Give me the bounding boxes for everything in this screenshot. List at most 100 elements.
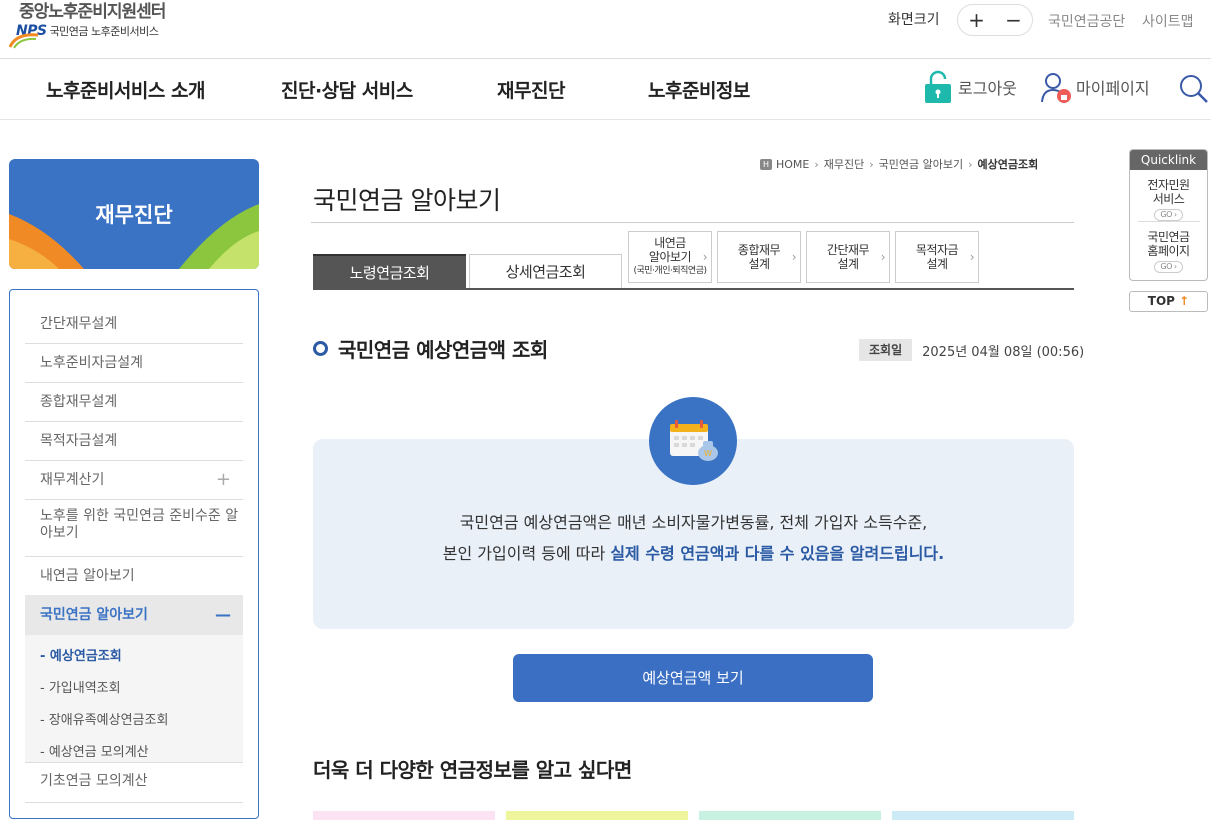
arrow-up-icon: ↑ xyxy=(1179,294,1190,308)
lock-icon xyxy=(925,70,951,103)
calendar-coin-icon: W xyxy=(649,397,737,485)
info-card-4[interactable] xyxy=(892,811,1074,820)
sidebar-sub-mock-calc[interactable]: - 예상연금 모의계산 xyxy=(40,741,149,760)
tab-old-age-pension[interactable]: 노령연금조회 xyxy=(313,254,466,288)
expand-plus-icon[interactable]: + xyxy=(216,460,231,500)
subtab-my-pension[interactable]: 내연금 알아보기 (국민·개인·퇴직연금) › xyxy=(628,231,712,283)
gnb-item-finance[interactable]: 재무진단 xyxy=(497,76,565,103)
svg-text:W: W xyxy=(704,449,712,458)
query-date: 조회일 2025년 04월 08일 (00:56) xyxy=(859,339,1084,361)
tab-detail-pension[interactable]: 상세연금조회 xyxy=(469,254,622,288)
sidebar-item-my-pension[interactable]: 내연금 알아보기 xyxy=(25,556,243,596)
info-text-line2: 본인 가입이력 등에 따라 실제 수령 연금액과 다를 수 있음을 알려드립니다… xyxy=(313,540,1074,564)
divider xyxy=(1138,221,1200,222)
user-lock-icon xyxy=(1041,73,1071,103)
fontsize-minus-button[interactable]: − xyxy=(1005,8,1022,32)
subtab-line2: 설계 xyxy=(926,257,948,271)
sidebar-sub-expected-pension[interactable]: - 예상연금조회 xyxy=(40,645,122,664)
sidebar-item-purpose-fund[interactable]: 목적자금설계 xyxy=(25,421,243,461)
page-title: 국민연금 알아보기 xyxy=(313,186,501,215)
sitemap-link[interactable]: 사이트맵 xyxy=(1142,11,1194,31)
sidebar-item-simple-plan[interactable]: 간단재무설계 xyxy=(25,304,243,344)
subtab-line1: 내연금 xyxy=(654,236,686,250)
query-date-label: 조회일 xyxy=(859,339,913,361)
bullet-circle-icon xyxy=(313,341,328,356)
subtab-simple[interactable]: 간단재무 설계 › xyxy=(806,231,890,283)
gnb-item-info[interactable]: 노후준비정보 xyxy=(648,76,750,103)
site-logo[interactable]: 중앙노후준비지원센터 NPS 국민연금 노후준비서비스 xyxy=(8,2,166,49)
subtab-purpose[interactable]: 목적자금 설계 › xyxy=(895,231,979,283)
info-card-3[interactable] xyxy=(699,811,881,820)
fontsize-control: + − xyxy=(957,4,1033,36)
subtab-line1: 목적자금 xyxy=(915,243,959,257)
sidebar-item-basic-pension[interactable]: 기초연금 모의계산 xyxy=(25,763,243,803)
sidebar-item-calculator[interactable]: 재무계산기 + xyxy=(25,460,243,500)
quicklink-nps-homepage[interactable]: 국민연금 홈페이지 GO › xyxy=(1130,230,1207,273)
sidebar-active-label: 국민연금 알아보기 xyxy=(40,607,148,623)
sidebar-sub-enrollment-history[interactable]: - 가입내역조회 xyxy=(40,677,121,696)
logout-label: 로그아웃 xyxy=(958,79,1017,98)
nps-swoosh-icon xyxy=(8,33,39,49)
quicklink-line2: 홈페이지 xyxy=(1147,244,1190,258)
subtab-line2: 알아보기 xyxy=(648,250,692,264)
breadcrumb-item[interactable]: 재무진단 xyxy=(824,156,864,172)
sidebar-item-comprehensive-plan[interactable]: 종합재무설계 xyxy=(25,382,243,422)
nps-home-link[interactable]: 국민연금공단 xyxy=(1048,11,1125,31)
quicklink-panel: Quicklink 전자민원 서비스 GO › 국민연금 홈페이지 GO › xyxy=(1129,149,1208,281)
sidebar-item-pension-readiness[interactable]: 노후를 위한 국민연금 준비수준 알아보기 xyxy=(25,499,243,557)
go-button[interactable]: GO › xyxy=(1154,261,1183,273)
info-card-1[interactable] xyxy=(313,811,495,820)
breadcrumb-home[interactable]: HOME xyxy=(776,158,809,171)
breadcrumb-item[interactable]: 국민연금 알아보기 xyxy=(879,156,963,172)
quicklink-line2: 서비스 xyxy=(1152,192,1185,206)
logo-subtitle: 국민연금 노후준비서비스 xyxy=(49,25,159,38)
chevron-right-icon: › xyxy=(969,250,975,264)
sidebar-banner: 재무진단 xyxy=(9,159,259,269)
home-icon: H xyxy=(760,158,772,170)
breadcrumb-current: 예상연금조회 xyxy=(977,158,1039,171)
gnb-item-intro[interactable]: 노후준비서비스 소개 xyxy=(46,76,205,103)
chevron-right-icon: › xyxy=(880,250,886,264)
main-navigation: 노후준비서비스 소개 진단·상담 서비스 재무진단 노후준비정보 로그아웃 마이… xyxy=(0,60,1211,120)
mypage-button[interactable]: 마이페이지 xyxy=(1040,70,1150,104)
subtab-small: (국민·개인·퇴직연금) xyxy=(633,266,708,276)
quicklink-line1: 전자민원 xyxy=(1147,178,1190,192)
subtab-comprehensive[interactable]: 종합재무 설계 › xyxy=(717,231,801,283)
breadcrumb: H HOME › 재무진단 › 국민연금 알아보기 › 예상연금조회 xyxy=(760,156,1038,172)
fontsize-label: 화면크기 xyxy=(888,12,940,28)
more-info-title: 더욱 더 다양한 연금정보를 알고 싶다면 xyxy=(313,758,632,782)
mypage-label: 마이페이지 xyxy=(1076,79,1150,98)
search-icon[interactable] xyxy=(1178,73,1210,105)
quicklink-header: Quicklink xyxy=(1130,150,1207,170)
fontsize-plus-button[interactable]: + xyxy=(968,8,985,32)
scroll-top-button[interactable]: TOP ↑ xyxy=(1129,291,1208,312)
info-text-line1: 국민연금 예상연금액은 매년 소비자물가변동률, 전체 가입자 소득수준, xyxy=(459,513,928,532)
info-text-highlight: 실제 수령 연금액과 다를 수 있음을 알려드립니다. xyxy=(610,544,945,563)
gnb-item-consult[interactable]: 진단·상담 서비스 xyxy=(281,76,413,103)
sidebar-item-retirement-fund[interactable]: 노후준비자금설계 xyxy=(25,343,243,383)
logout-button[interactable]: 로그아웃 xyxy=(922,70,1017,104)
go-button[interactable]: GO › xyxy=(1154,209,1183,221)
view-expected-pension-button[interactable]: 예상연금액 보기 xyxy=(513,654,873,702)
section-heading: 국민연금 예상연금액 조회 xyxy=(313,334,548,363)
collapse-minus-icon[interactable]: — xyxy=(215,595,231,635)
chevron-right-icon: › xyxy=(791,250,797,264)
sidebar-menu: 간단재무설계 노후준비자금설계 종합재무설계 목적자금설계 재무계산기 + 노후… xyxy=(9,289,259,819)
chevron-right-icon: › xyxy=(968,157,973,171)
top-bar: 중앙노후준비지원센터 NPS 국민연금 노후준비서비스 화면크기 + − 국민연… xyxy=(0,0,1211,59)
subtab-line1: 종합재무 xyxy=(737,243,781,257)
quicklink-e-civil[interactable]: 전자민원 서비스 GO › xyxy=(1130,178,1207,221)
info-card-2[interactable] xyxy=(506,811,688,820)
logo-title: 중앙노후준비지원센터 xyxy=(19,2,166,22)
query-date-value: 2025년 04월 08일 (00:56) xyxy=(922,344,1085,360)
sidebar-item-national-pension[interactable]: 국민연금 알아보기 — xyxy=(25,595,243,635)
subtab-line1: 간단재무 xyxy=(826,243,870,257)
sidebar-title: 재무진단 xyxy=(95,203,173,227)
chevron-right-icon: › xyxy=(702,250,708,264)
chevron-right-icon: › xyxy=(869,157,874,171)
quicklink-line1: 국민연금 xyxy=(1147,230,1190,244)
sidebar-sub-disability-survivor[interactable]: - 장애유족예상연금조회 xyxy=(40,709,168,728)
info-text-plain: 본인 가입이력 등에 따라 xyxy=(442,544,611,563)
subtab-line2: 설계 xyxy=(837,257,859,271)
sidebar-item-label: 재무계산기 xyxy=(40,472,105,488)
